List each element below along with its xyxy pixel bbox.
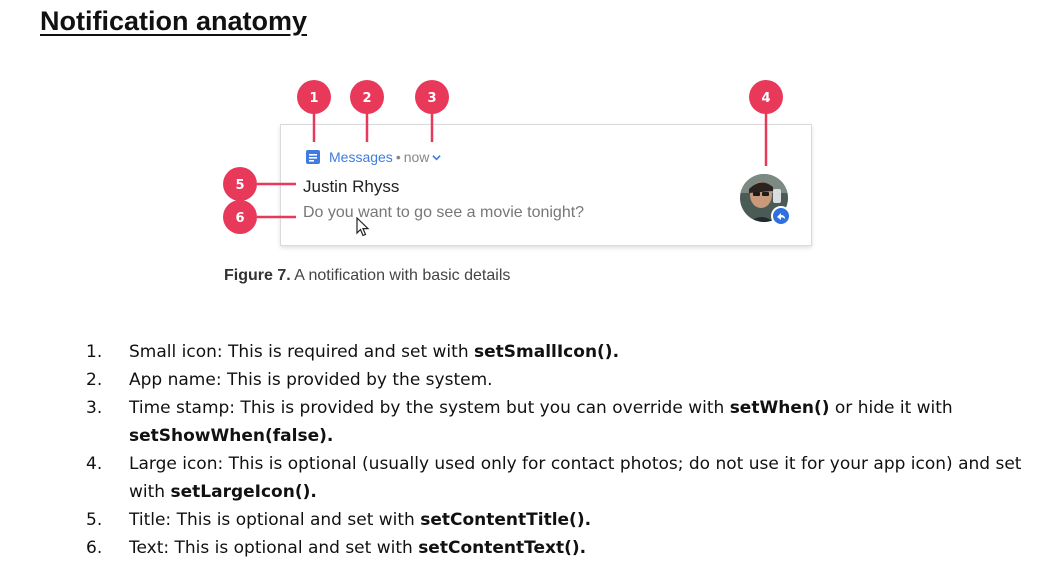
svg-text:6: 6 — [235, 211, 244, 226]
svg-text:4: 4 — [761, 91, 770, 106]
list-item-number: 1. — [86, 342, 103, 362]
method-name: setContentText(). — [418, 538, 587, 558]
figure-caption-label: Figure 7. — [224, 267, 291, 284]
callout-5: 5 — [223, 167, 257, 201]
list-item-text: Small icon: This is required and set wit… — [129, 342, 620, 362]
list-item-text: Large icon: This is optional (usually us… — [129, 454, 1022, 502]
callout-1: 1 — [297, 80, 331, 114]
callout-6: 6 — [223, 200, 257, 234]
callout-2: 2 — [350, 80, 384, 114]
list-item-text: Text: This is optional and set with setC… — [129, 538, 587, 558]
method-name: setWhen() — [729, 398, 830, 418]
list-item-text: App name: This is provided by the system… — [129, 370, 493, 390]
list-item: 2. App name: This is provided by the sys… — [86, 366, 1056, 394]
list-item-number: 2. — [86, 370, 103, 390]
list-item-number: 4. — [86, 454, 103, 474]
notification-figure: Messages • now Justin Rhyss Do you want … — [220, 78, 820, 298]
figure-caption: Figure 7. A notification with basic deta… — [224, 267, 510, 285]
list-item-text: Time stamp: This is provided by the syst… — [129, 398, 953, 446]
list-item: 5. Title: This is optional and set with … — [86, 506, 1056, 534]
list-item-number: 5. — [86, 510, 103, 530]
callout-4: 4 — [749, 80, 783, 114]
method-name: setContentTitle(). — [420, 510, 592, 530]
list-item: 6. Text: This is optional and set with s… — [86, 534, 1056, 562]
anatomy-list: 1. Small icon: This is required and set … — [86, 338, 1056, 562]
list-item: 4. Large icon: This is optional (usually… — [86, 450, 1056, 506]
list-item: 3. Time stamp: This is provided by the s… — [86, 394, 1056, 450]
method-name: setLargeIcon(). — [170, 482, 317, 502]
list-item-text: Title: This is optional and set with set… — [129, 510, 592, 530]
svg-text:2: 2 — [362, 91, 371, 106]
list-item: 1. Small icon: This is required and set … — [86, 338, 1056, 366]
svg-text:1: 1 — [309, 91, 318, 106]
svg-text:5: 5 — [235, 178, 244, 193]
method-name: setSmallIcon(). — [474, 342, 620, 362]
figure-caption-text: A notification with basic details — [290, 267, 511, 284]
list-item-number: 3. — [86, 398, 103, 418]
method-name: setShowWhen(false). — [129, 426, 334, 446]
callout-layer: 1 2 3 4 5 6 — [223, 80, 783, 234]
page-title: Notification anatomy — [40, 6, 308, 36]
callout-3: 3 — [415, 80, 449, 114]
svg-text:3: 3 — [427, 91, 436, 106]
list-item-number: 6. — [86, 538, 103, 558]
